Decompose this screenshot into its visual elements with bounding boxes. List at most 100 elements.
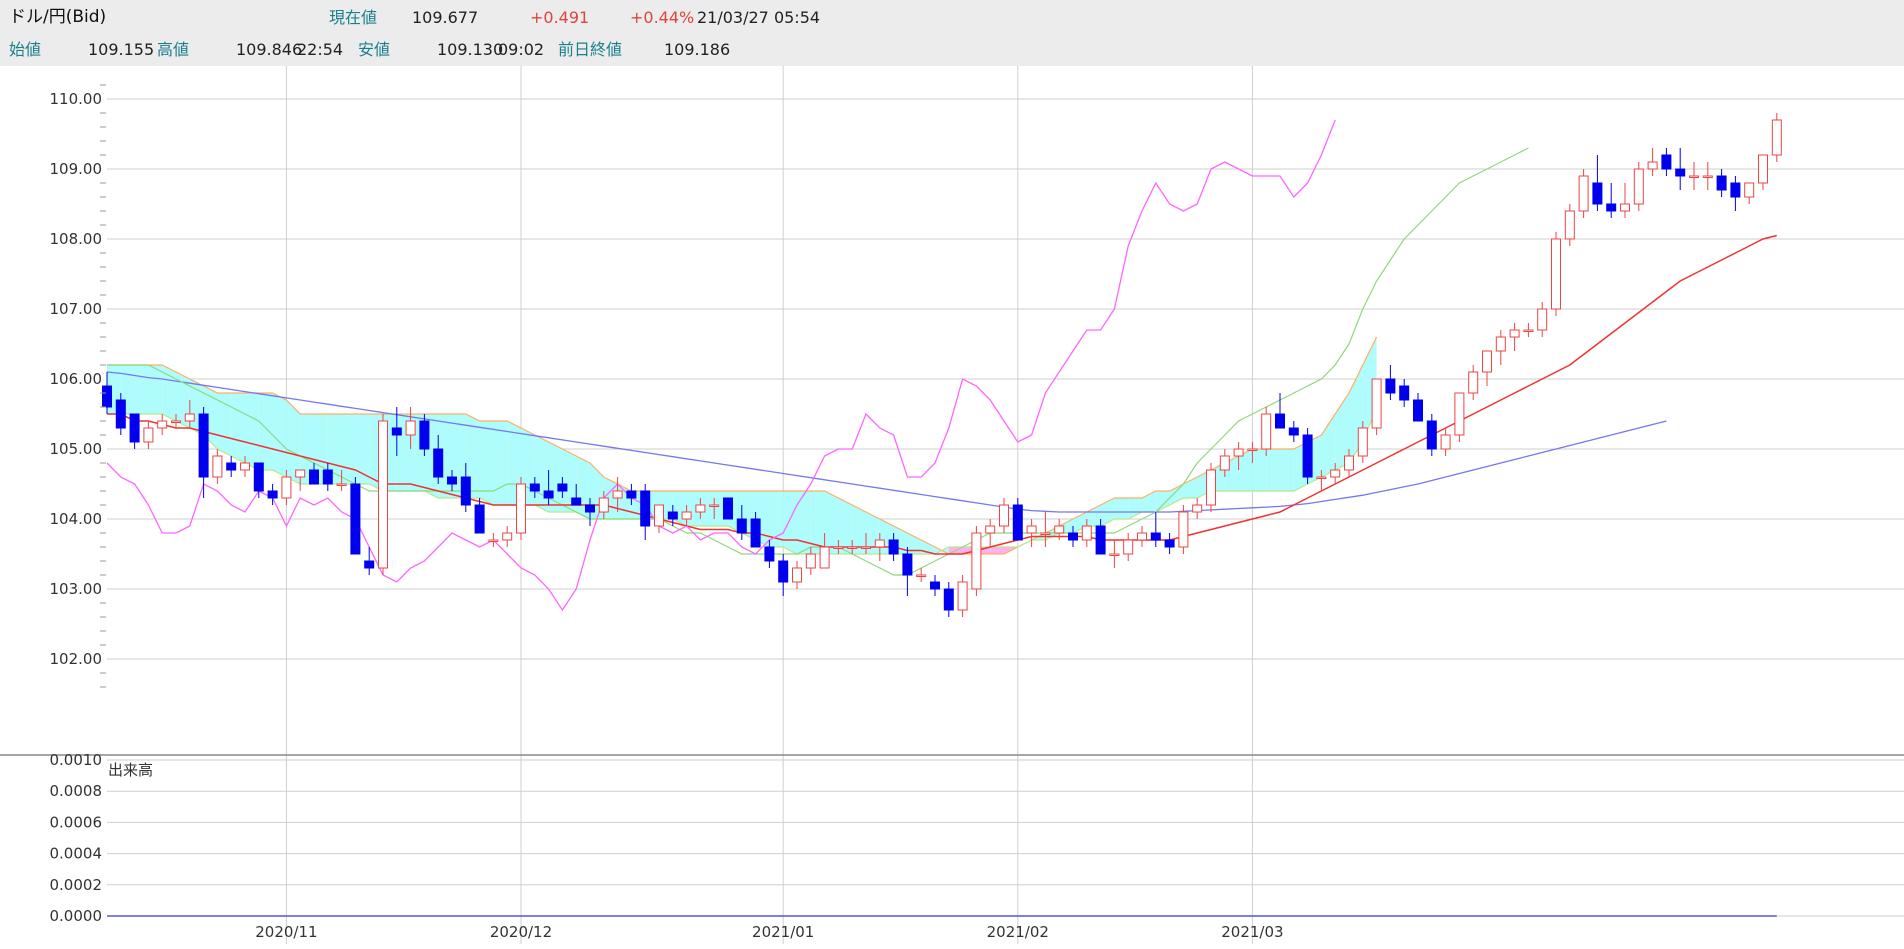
current-price-value: 109.677 — [412, 8, 479, 27]
candle-body — [930, 581, 940, 590]
candle-body — [433, 448, 444, 478]
candle-body — [267, 490, 278, 499]
candle-body — [129, 413, 140, 443]
candle-body — [1095, 525, 1106, 555]
candle-body — [723, 497, 733, 520]
cloud-segment — [1280, 449, 1294, 491]
cloud-segment — [493, 421, 508, 505]
price-tick-label: 107.00 — [50, 300, 103, 318]
candle-body — [1150, 532, 1161, 541]
candle-body — [1606, 203, 1617, 212]
candle-body — [1081, 525, 1092, 541]
cloud-segment — [479, 421, 494, 505]
candle-body — [1012, 504, 1023, 541]
high-value: 109.846 — [236, 40, 303, 59]
candle-body — [999, 504, 1009, 527]
candle-body — [1758, 154, 1768, 184]
candle-body — [364, 560, 375, 569]
prev-close-label: 前日終値 — [558, 40, 623, 59]
price-axis: 102.00 103.00 104.00 105.00 106.00 107.00 108.… — [50, 84, 106, 688]
price-chart[interactable]: 102.00 103.00 104.00 105.00 106.00 107.00 108.… — [0, 66, 1904, 949]
candle-body — [1523, 329, 1534, 332]
candle-body — [916, 574, 927, 577]
candle-body — [598, 497, 609, 513]
low-time: 09:02 — [498, 40, 545, 59]
candle-body — [102, 385, 112, 408]
time-tick-label: 2020/12 — [490, 923, 552, 941]
candle-body — [1661, 154, 1672, 170]
candle-body — [888, 539, 899, 555]
candle-body — [1551, 238, 1561, 310]
candle-body — [640, 490, 651, 527]
price-tick-label: 104.00 — [50, 510, 103, 528]
candle-body — [861, 546, 871, 549]
quote-datetime: 21/03/27 05:54 — [697, 8, 821, 27]
volume-tick-label: 0.0002 — [50, 876, 103, 894]
candle-body — [792, 567, 802, 583]
candle-body — [1620, 203, 1630, 212]
candle-body — [709, 504, 720, 507]
candle-body — [1730, 182, 1741, 198]
low-label: 安値 — [358, 40, 391, 59]
cloud-segment — [534, 435, 549, 512]
candle-body — [805, 553, 816, 569]
candle-body — [612, 490, 623, 499]
candle-body — [819, 546, 830, 569]
candle-body — [171, 420, 181, 423]
candle-body — [488, 539, 499, 542]
symbol-title: ドル/円(Bid) — [9, 7, 107, 27]
candle-body — [1426, 420, 1437, 450]
candle-body — [1054, 525, 1065, 534]
time-tick-label: 2021/03 — [1221, 923, 1283, 941]
candle-body — [1192, 504, 1203, 513]
candle-body — [1440, 434, 1451, 450]
cloud-segment — [272, 393, 287, 477]
candle-body — [571, 497, 582, 506]
candle-body — [833, 546, 844, 549]
price-tick-label: 102.00 — [50, 650, 103, 668]
candle-body — [985, 525, 996, 534]
candle-body — [336, 483, 347, 486]
candle-body — [309, 469, 319, 485]
cloud-segment — [990, 547, 1004, 554]
cloud-segment — [1252, 449, 1267, 491]
candle-body — [1413, 399, 1423, 422]
candle-body — [1771, 119, 1782, 156]
chart-background — [0, 66, 1904, 949]
candle-body — [1164, 539, 1175, 548]
candle-body — [1275, 413, 1285, 429]
candle-body — [184, 413, 195, 422]
low-value: 109.130 — [437, 40, 504, 59]
candle-body — [1564, 210, 1575, 240]
price-change-value: +0.491 — [530, 8, 590, 27]
cloud-segment — [341, 414, 356, 484]
current-price-label: 現在値 — [329, 8, 378, 27]
cloud-segment — [1114, 498, 1129, 519]
candle-body — [212, 455, 223, 478]
candle-body — [971, 532, 982, 590]
candle-body — [1482, 350, 1492, 373]
candle-body — [1675, 168, 1686, 177]
candle-body — [281, 476, 292, 499]
candle-body — [1302, 434, 1313, 478]
candle-body — [778, 560, 789, 583]
candle-body — [1026, 525, 1037, 534]
candle-body — [447, 476, 457, 485]
candle-body — [240, 462, 250, 471]
candle-body — [1702, 175, 1713, 178]
candle-body — [654, 504, 664, 527]
candle-body — [943, 588, 954, 611]
candle-body — [419, 420, 430, 450]
candle-body — [1344, 455, 1354, 471]
candle-body — [1109, 553, 1120, 556]
time-tick-label: 2021/01 — [752, 923, 814, 941]
candle-body — [1206, 469, 1216, 506]
candle-body — [1495, 336, 1506, 352]
candle-body — [557, 483, 568, 492]
candle-body — [1247, 448, 1258, 451]
candle-body — [1592, 182, 1603, 205]
candle-body — [1178, 511, 1189, 548]
candle-body — [1744, 182, 1755, 198]
volume-tick-label: 0.0010 — [50, 751, 103, 769]
candle-body — [1647, 161, 1658, 170]
